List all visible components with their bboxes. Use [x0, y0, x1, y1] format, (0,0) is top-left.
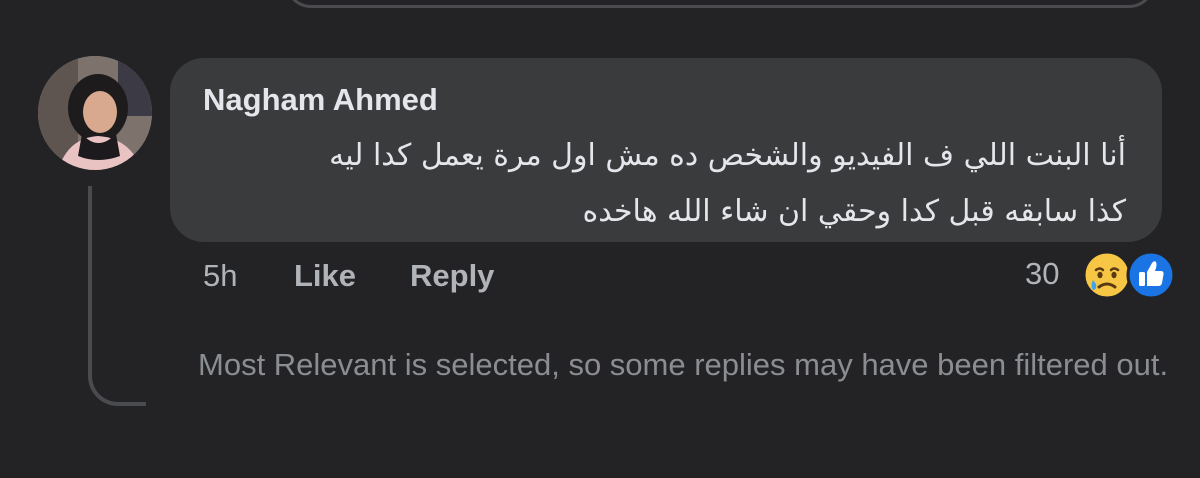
- comment-text: أنا البنت اللي ف الفيديو والشخص ده مش او…: [186, 128, 1126, 240]
- replies-filter-notice: Most Relevant is selected, so some repli…: [198, 347, 1169, 382]
- comment-author-name[interactable]: Nagham Ahmed: [203, 82, 438, 118]
- comment-timestamp[interactable]: 5h: [203, 258, 237, 294]
- reply-button[interactable]: Reply: [410, 258, 494, 294]
- like-reaction-icon: [1126, 250, 1176, 300]
- previous-comment-bubble-edge: [285, 0, 1155, 8]
- comment-text-line: كذا سابقه قبل كدا وحقي ان شاء الله هاخده: [582, 194, 1126, 229]
- avatar-image: [38, 56, 152, 170]
- comment-bubble: Nagham Ahmed أنا البنت اللي ف الفيديو وا…: [170, 58, 1162, 242]
- comment-text-line: أنا البنت اللي ف الفيديو والشخص ده مش او…: [329, 138, 1126, 173]
- thread-connector-line: [88, 186, 146, 406]
- reaction-count: 30: [1025, 256, 1060, 291]
- sad-reaction-icon: [1082, 250, 1132, 300]
- avatar[interactable]: [38, 56, 152, 170]
- like-button[interactable]: Like: [294, 258, 356, 294]
